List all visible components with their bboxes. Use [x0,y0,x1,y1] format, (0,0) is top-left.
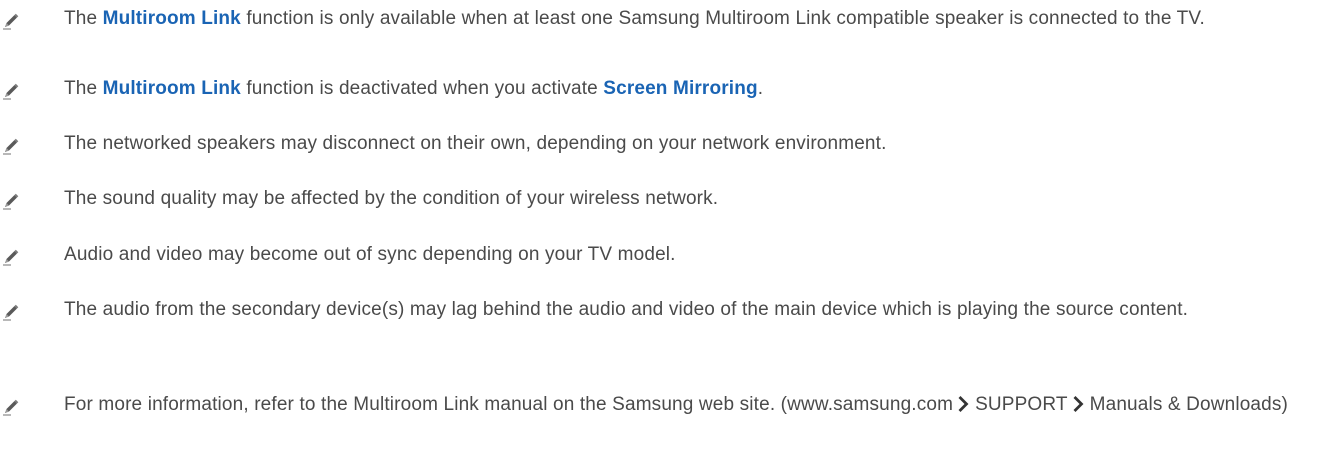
note-text: The Multiroom Link function is deactivat… [64,74,1320,104]
note-text-segment: For more information, refer to the Multi… [64,394,954,415]
chevron-right-icon [1073,396,1084,412]
notes-list: The Multiroom Link function is only avai… [0,0,1340,474]
note-text: For more information, refer to the Multi… [64,390,1320,420]
note-text-segment: function is only available when at least… [240,8,1205,29]
pencil-note-icon [3,399,19,416]
note-text-segment: The [64,78,103,99]
pencil-note-icon [3,83,19,100]
breadcrumb-support: SUPPORT [975,394,1068,415]
pencil-note-icon [3,193,19,210]
pencil-note-icon [3,304,19,321]
chevron-right-icon [958,396,969,412]
note-text: The audio from the secondary device(s) m… [64,299,1189,320]
note-text: The Multiroom Link function is only avai… [64,4,1320,34]
note-text: Audio and video may become out of sync d… [64,244,676,265]
pencil-note-icon [3,13,19,30]
note-text-segment: The [64,8,103,29]
screen-mirroring-keyword: Screen Mirroring [603,78,758,99]
note-text-segment: function is deactivated when you activat… [240,78,604,99]
multiroom-link-keyword: Multiroom Link [102,8,241,29]
note-text-segment: . [757,78,764,99]
pencil-note-icon [3,249,19,266]
pencil-note-icon [3,138,19,155]
breadcrumb-manuals-downloads: Manuals & Downloads) [1089,394,1288,415]
note-text: The sound quality may be affected by the… [64,188,719,209]
multiroom-link-keyword: Multiroom Link [102,78,241,99]
note-text: The networked speakers may disconnect on… [64,133,887,154]
